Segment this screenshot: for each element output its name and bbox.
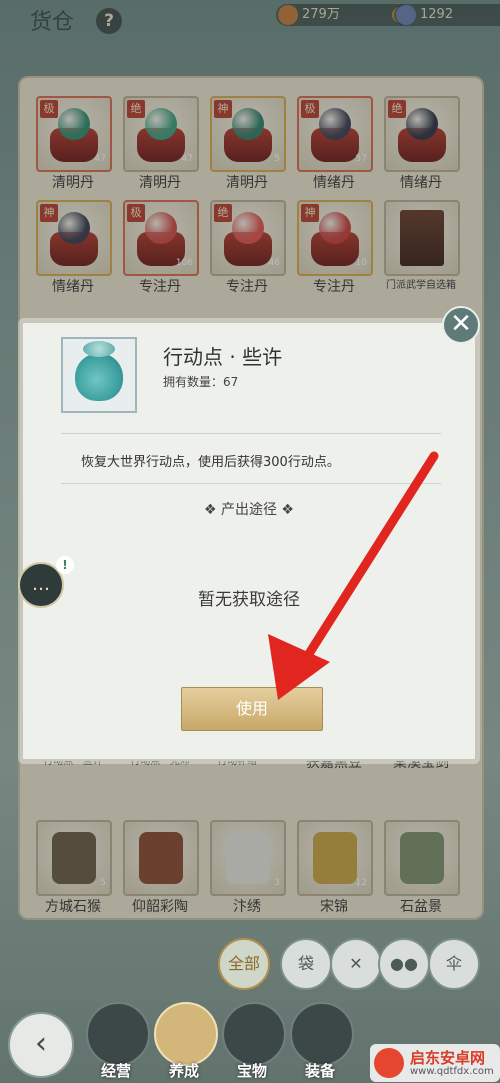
watermark-title: 启东安卓网 — [410, 1049, 486, 1067]
annotation-arrow — [268, 451, 439, 700]
tab-label: 装备 — [304, 1062, 335, 1080]
tab-label: 养成 — [168, 1062, 199, 1080]
filter-label: 伞 — [445, 954, 462, 973]
tab-label: 经营 — [100, 1062, 131, 1080]
bowl-icon — [86, 1002, 150, 1066]
tab-cultivation[interactable]: 养成 — [152, 1002, 218, 1082]
filter-label: ●● — [390, 954, 418, 973]
watermark-url: www.qdtfdx.com — [410, 1066, 494, 1077]
filter-label: 全部 — [227, 954, 260, 973]
armor-icon — [290, 1002, 354, 1066]
tab-label: 宝物 — [236, 1062, 267, 1080]
watermark: 启东安卓网 www.qdtfdx.com — [370, 1044, 500, 1082]
filter-label: ✕ — [349, 954, 363, 973]
filter-all-button[interactable]: 全部 — [218, 938, 270, 990]
filter-tools-button[interactable]: ✕ — [330, 938, 382, 990]
filter-food-button[interactable]: ●● — [378, 938, 430, 990]
treasure-icon — [222, 1002, 286, 1066]
tab-operations[interactable]: 经营 — [84, 1002, 150, 1082]
arrow-shaft — [295, 451, 439, 673]
back-button[interactable]: ‹ — [8, 1012, 74, 1078]
filter-umbrella-button[interactable]: 伞 — [428, 938, 480, 990]
watermark-logo-icon — [374, 1048, 404, 1078]
arrow-head — [268, 634, 330, 700]
tab-equipment[interactable]: 装备 — [288, 1002, 354, 1082]
filter-pouch-button[interactable]: 袋 — [280, 938, 332, 990]
tab-treasures[interactable]: 宝物 — [220, 1002, 286, 1082]
filter-label: 袋 — [297, 954, 314, 973]
cultivation-icon — [154, 1002, 218, 1066]
